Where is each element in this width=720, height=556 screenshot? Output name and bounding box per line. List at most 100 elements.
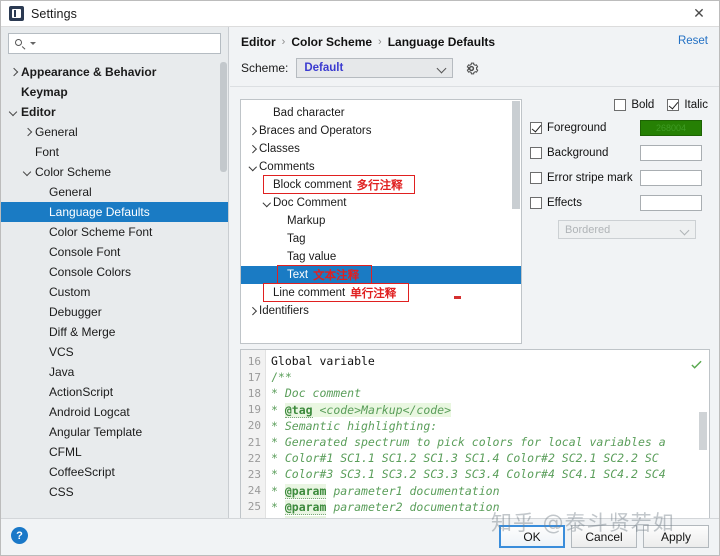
sidebar-item-custom[interactable]: Custom [1, 282, 228, 302]
sidebar-item-cfml[interactable]: CFML [1, 442, 228, 462]
attribute-row[interactable]: Text文本注释 [241, 266, 521, 284]
attribute-row[interactable]: Tag value [241, 248, 521, 266]
color-swatch[interactable]: 268004 [640, 120, 702, 136]
attribute-row[interactable]: Bad character [241, 104, 521, 122]
tree-spacer [21, 146, 34, 159]
attribute-row[interactable]: Identifiers [241, 302, 521, 320]
sidebar-item-label: Language Defaults [49, 205, 150, 219]
sidebar-item-java[interactable]: Java [1, 362, 228, 382]
sidebar-item-color-scheme[interactable]: Color Scheme [1, 162, 228, 182]
chevron-down-icon[interactable] [247, 161, 259, 173]
chevron-right-icon[interactable] [247, 143, 259, 155]
code-text: * @param parameter1 documentation [265, 484, 500, 498]
attribute-row[interactable]: Tag [241, 230, 521, 248]
attribute-row[interactable]: Doc Comment [241, 194, 521, 212]
line-number: 21 [241, 436, 265, 449]
attribute-label: Block comment [273, 179, 352, 191]
help-icon[interactable]: ? [11, 527, 28, 544]
sidebar-item-label: Font [35, 145, 59, 159]
chevron-right-icon[interactable] [247, 305, 259, 317]
sidebar-item-label: ActionScript [49, 385, 113, 399]
line-number: 24 [241, 484, 265, 497]
chevron-down-icon[interactable] [21, 166, 34, 179]
attribute-row[interactable]: Classes [241, 140, 521, 158]
reset-link[interactable]: Reset [678, 35, 708, 47]
code-text: Global variable [265, 354, 375, 368]
sidebar-item-actionscript[interactable]: ActionScript [1, 382, 228, 402]
code-preview[interactable]: 16Global variable17/**18 * Doc comment19… [240, 349, 710, 539]
color-swatch[interactable] [640, 145, 702, 161]
attribute-row[interactable]: Braces and Operators [241, 122, 521, 140]
ok-button[interactable]: OK [499, 525, 565, 548]
sidebar-item-diff-merge[interactable]: Diff & Merge [1, 322, 228, 342]
sidebar-item-console-colors[interactable]: Console Colors [1, 262, 228, 282]
sidebar-item-general[interactable]: General [1, 122, 228, 142]
sidebar-item-label: Appearance & Behavior [21, 65, 156, 79]
attribute-annotation-cn: 多行注释 [357, 177, 403, 193]
color-swatch[interactable] [640, 170, 702, 186]
scheme-select[interactable]: Default [296, 58, 453, 78]
search-box[interactable] [8, 33, 221, 54]
scheme-label: Scheme: [241, 61, 288, 75]
sidebar-item-appearance-behavior[interactable]: Appearance & Behavior [1, 62, 228, 82]
scheme-row: Scheme: Default [241, 58, 479, 78]
breadcrumb-item-editor[interactable]: Editor [241, 35, 276, 49]
tree-spacer [35, 186, 48, 199]
color-swatch[interactable] [640, 195, 702, 211]
code-token: * [271, 500, 285, 514]
sidebar-item-color-scheme-font[interactable]: Color Scheme Font [1, 222, 228, 242]
sidebar-item-angular-template[interactable]: Angular Template [1, 422, 228, 442]
code-token: @param [285, 484, 327, 499]
search-input[interactable] [36, 38, 220, 50]
error-stripe-mark-checkbox[interactable]: Error stripe mark [530, 172, 640, 184]
sidebar-item-label: Editor [21, 105, 56, 119]
italic-label: Italic [684, 99, 708, 111]
title-bar: Settings ✕ [1, 1, 720, 27]
sidebar-item-label: CFML [49, 445, 82, 459]
bold-checkbox[interactable]: Bold [614, 99, 654, 111]
code-token: * Color#1 SC1.1 SC1.2 SC1.3 SC1.4 Color#… [271, 451, 659, 465]
effects-checkbox[interactable]: Effects [530, 197, 640, 209]
code-token: * Generated spectrum to pick colors for … [271, 435, 666, 449]
attribute-row[interactable]: Markup [241, 212, 521, 230]
cancel-button[interactable]: Cancel [571, 525, 637, 548]
chevron-down-icon[interactable] [7, 106, 20, 119]
chevron-down-icon[interactable] [261, 197, 273, 209]
sidebar-item-font[interactable]: Font [1, 142, 228, 162]
attribute-row[interactable]: Comments [241, 158, 521, 176]
sidebar-item-css[interactable]: CSS [1, 482, 228, 502]
idea-icon [9, 6, 24, 21]
sidebar-item-language-defaults[interactable]: Language Defaults [1, 202, 228, 222]
background-checkbox[interactable]: Background [530, 147, 640, 159]
tree-spacer [35, 246, 48, 259]
color-attributes-tree[interactable]: Bad characterBraces and OperatorsClasses… [240, 99, 522, 344]
checkbox-box [530, 122, 542, 134]
sidebar-item-general[interactable]: General [1, 182, 228, 202]
code-token: /** [271, 370, 292, 384]
sidebar-scrollbar[interactable] [220, 62, 227, 172]
breadcrumb-item-language-defaults[interactable]: Language Defaults [388, 35, 495, 49]
sidebar-item-debugger[interactable]: Debugger [1, 302, 228, 322]
sidebar-item-editor[interactable]: Editor [1, 102, 228, 122]
gear-icon[interactable] [464, 61, 479, 76]
close-icon[interactable]: ✕ [677, 1, 720, 26]
sidebar-item-keymap[interactable]: Keymap [1, 82, 228, 102]
chevron-down-icon [437, 64, 447, 74]
tree-spacer [35, 406, 48, 419]
sidebar-item-coffeescript[interactable]: CoffeeScript [1, 462, 228, 482]
italic-checkbox[interactable]: Italic [667, 99, 708, 111]
sidebar-item-console-font[interactable]: Console Font [1, 242, 228, 262]
sidebar-item-vcs[interactable]: VCS [1, 342, 228, 362]
checkbox-label: Foreground [547, 122, 606, 134]
attribute-row[interactable]: Line comment单行注释 [241, 284, 521, 302]
foreground-checkbox[interactable]: Foreground [530, 122, 640, 134]
attribute-row[interactable]: Block comment 多行注释 [241, 176, 521, 194]
breadcrumb-item-color-scheme[interactable]: Color Scheme [291, 35, 372, 49]
apply-button[interactable]: Apply [643, 525, 709, 548]
chevron-right-icon[interactable] [21, 126, 34, 139]
chevron-right-icon[interactable] [247, 125, 259, 137]
chevron-right-icon[interactable] [7, 66, 20, 79]
sidebar-tree[interactable]: Appearance & Behavior Keymap Editor General… [1, 62, 228, 517]
sidebar-item-android-logcat[interactable]: Android Logcat [1, 402, 228, 422]
code-token: Global variable [271, 354, 375, 368]
